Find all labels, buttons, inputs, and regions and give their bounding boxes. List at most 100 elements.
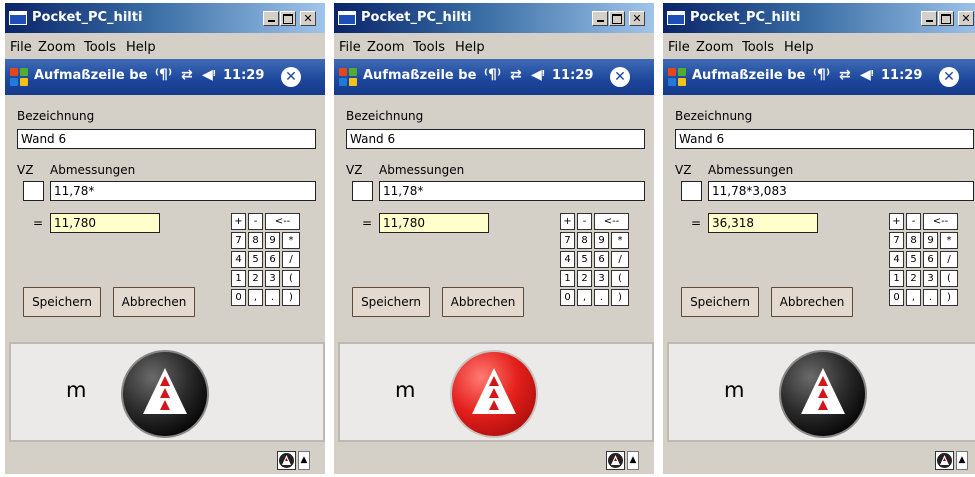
menu-zoom[interactable]: Zoom xyxy=(696,40,733,55)
keypad-key[interactable]: 8 xyxy=(906,232,921,249)
keypad-key[interactable]: , xyxy=(906,289,921,306)
tray-arrow-icon[interactable]: ▲ xyxy=(956,451,968,470)
keypad-key[interactable]: 2 xyxy=(248,270,263,287)
keypad-key[interactable]: 5 xyxy=(577,251,592,268)
keypad-key[interactable]: 4 xyxy=(560,251,575,268)
speaker-icon[interactable]: ◀ᵎ xyxy=(531,67,545,83)
menu-file[interactable]: File xyxy=(668,40,690,55)
keypad-key[interactable]: / xyxy=(611,251,629,268)
bezeichnung-input[interactable]: Wand 6 xyxy=(17,129,316,149)
keypad-key[interactable]: <-- xyxy=(265,213,300,230)
minimize-button[interactable] xyxy=(921,11,937,26)
menu-help[interactable]: Help xyxy=(784,40,814,55)
menu-zoom[interactable]: Zoom xyxy=(367,40,404,55)
save-button[interactable]: Speichern xyxy=(23,287,101,317)
menu-tools[interactable]: Tools xyxy=(742,40,774,55)
keypad-key[interactable]: 4 xyxy=(231,251,246,268)
ok-close-icon[interactable]: ✕ xyxy=(610,67,630,87)
windows-start-icon[interactable] xyxy=(668,68,687,87)
clock-time[interactable]: 11:29 xyxy=(552,68,593,83)
keypad-key[interactable]: - xyxy=(577,213,592,230)
keypad-key[interactable]: <-- xyxy=(594,213,629,230)
keypad-key[interactable]: + xyxy=(889,213,904,230)
sync-arrows-icon[interactable]: ⇄ xyxy=(839,67,851,83)
keypad-key[interactable]: 1 xyxy=(231,270,246,287)
maximize-button[interactable] xyxy=(609,11,625,26)
keypad-key[interactable]: <-- xyxy=(923,213,958,230)
keypad-key[interactable]: * xyxy=(611,232,629,249)
keypad-key[interactable]: ( xyxy=(611,270,629,287)
menu-zoom[interactable]: Zoom xyxy=(38,40,75,55)
cancel-button[interactable]: Abbrechen xyxy=(113,287,195,317)
keypad-key[interactable]: / xyxy=(940,251,958,268)
speaker-icon[interactable]: ◀ᵎ xyxy=(860,67,874,83)
menu-tools[interactable]: Tools xyxy=(413,40,445,55)
keypad-key[interactable]: . xyxy=(923,289,938,306)
menu-help[interactable]: Help xyxy=(455,40,485,55)
keypad-key[interactable]: 6 xyxy=(265,251,280,268)
antenna-icon[interactable]: ⁽¶⁾ xyxy=(813,67,830,83)
keypad-key[interactable]: 7 xyxy=(560,232,575,249)
menu-file[interactable]: File xyxy=(339,40,361,55)
keypad-key[interactable]: 1 xyxy=(889,270,904,287)
clock-time[interactable]: 11:29 xyxy=(223,68,264,83)
windows-start-icon[interactable] xyxy=(339,68,358,87)
abmessungen-input[interactable]: 11,78*3,083 xyxy=(708,181,974,201)
tray-app-icon[interactable] xyxy=(277,451,296,470)
cancel-button[interactable]: Abbrechen xyxy=(442,287,524,317)
bezeichnung-input[interactable]: Wand 6 xyxy=(675,129,974,149)
keypad-key[interactable]: ) xyxy=(940,289,958,306)
keypad-key[interactable]: 3 xyxy=(923,270,938,287)
window-titlebar[interactable]: Pocket_PC_hilti ✕ xyxy=(5,3,325,33)
keypad-key[interactable]: + xyxy=(560,213,575,230)
keypad-key[interactable]: 9 xyxy=(594,232,609,249)
sync-arrows-icon[interactable]: ⇄ xyxy=(181,67,193,83)
keypad-key[interactable]: ( xyxy=(282,270,300,287)
keypad-key[interactable]: 8 xyxy=(248,232,263,249)
keypad-key[interactable]: 7 xyxy=(889,232,904,249)
keypad-key[interactable]: * xyxy=(940,232,958,249)
keypad-key[interactable]: 0 xyxy=(231,289,246,306)
keypad-key[interactable]: 0 xyxy=(560,289,575,306)
menu-tools[interactable]: Tools xyxy=(84,40,116,55)
keypad-key[interactable]: 0 xyxy=(889,289,904,306)
abmessungen-input[interactable]: 11,78* xyxy=(50,181,316,201)
tray-arrow-icon[interactable]: ▲ xyxy=(627,451,639,470)
keypad-key[interactable]: 8 xyxy=(577,232,592,249)
measure-trigger-button[interactable] xyxy=(779,350,867,438)
save-button[interactable]: Speichern xyxy=(681,287,759,317)
maximize-button[interactable] xyxy=(938,11,954,26)
vz-input[interactable] xyxy=(23,181,44,201)
minimize-button[interactable] xyxy=(592,11,608,26)
keypad-key[interactable]: ( xyxy=(940,270,958,287)
maximize-button[interactable] xyxy=(280,11,296,26)
close-button[interactable]: ✕ xyxy=(958,11,974,26)
clock-time[interactable]: 11:29 xyxy=(881,68,922,83)
antenna-icon[interactable]: ⁽¶⁾ xyxy=(155,67,172,83)
close-button[interactable]: ✕ xyxy=(300,11,316,26)
window-titlebar[interactable]: Pocket_PC_hilti ✕ xyxy=(663,3,975,33)
keypad-key[interactable]: 3 xyxy=(265,270,280,287)
keypad-key[interactable]: 9 xyxy=(923,232,938,249)
save-button[interactable]: Speichern xyxy=(352,287,430,317)
keypad-key[interactable]: 4 xyxy=(889,251,904,268)
keypad-key[interactable]: 1 xyxy=(560,270,575,287)
keypad-key[interactable]: 9 xyxy=(265,232,280,249)
keypad-key[interactable]: + xyxy=(231,213,246,230)
speaker-icon[interactable]: ◀ᵎ xyxy=(202,67,216,83)
keypad-key[interactable]: . xyxy=(265,289,280,306)
vz-input[interactable] xyxy=(681,181,702,201)
ok-close-icon[interactable]: ✕ xyxy=(939,67,959,87)
minimize-button[interactable] xyxy=(263,11,279,26)
keypad-key[interactable]: ) xyxy=(282,289,300,306)
tray-arrow-icon[interactable]: ▲ xyxy=(298,451,310,470)
keypad-key[interactable]: 2 xyxy=(906,270,921,287)
keypad-key[interactable]: ) xyxy=(611,289,629,306)
menu-file[interactable]: File xyxy=(10,40,32,55)
keypad-key[interactable]: 2 xyxy=(577,270,592,287)
keypad-key[interactable]: , xyxy=(248,289,263,306)
bezeichnung-input[interactable]: Wand 6 xyxy=(346,129,645,149)
ok-close-icon[interactable]: ✕ xyxy=(281,67,301,87)
tray-app-icon[interactable] xyxy=(606,451,625,470)
keypad-key[interactable]: * xyxy=(282,232,300,249)
